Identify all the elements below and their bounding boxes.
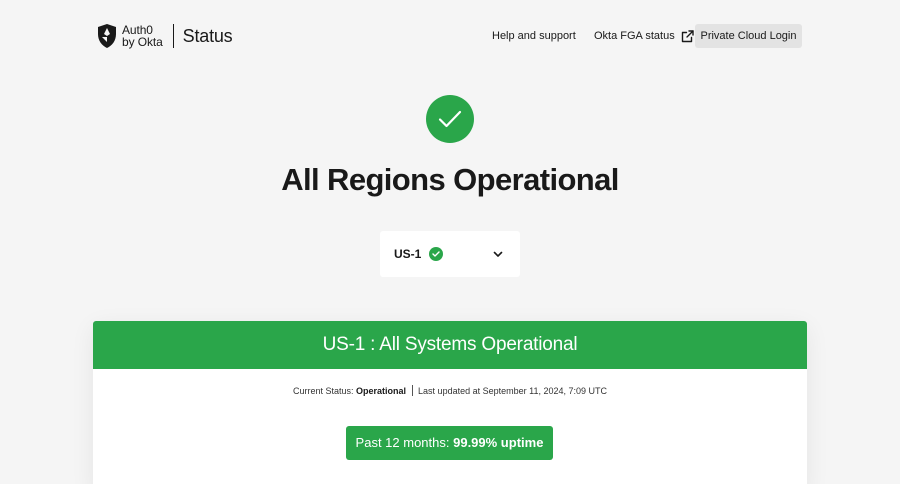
brand-logo[interactable]: Auth0 by Okta Status: [97, 23, 233, 49]
brand-status-label: Status: [182, 25, 233, 46]
region-dropdown[interactable]: US-1: [380, 231, 520, 277]
status-value: Operational: [356, 386, 407, 396]
help-and-support-link[interactable]: Help and support: [492, 24, 576, 48]
check-circle-icon: [426, 95, 474, 143]
brand-divider: [172, 24, 174, 48]
page-title: All Regions Operational: [281, 162, 619, 197]
last-updated-text: Last updated at September 11, 2024, 7:09…: [418, 386, 608, 396]
uptime-value: 99.99% uptime: [453, 435, 544, 450]
chevron-down-icon: [493, 251, 503, 257]
uptime-button[interactable]: Past 12 months: 99.99% uptime: [346, 426, 553, 460]
external-link-icon: [681, 29, 694, 42]
uptime-prefix: Past 12 months:: [355, 435, 454, 450]
auth0-shield-icon: [98, 24, 116, 48]
site-header: Auth0 by Okta Status Help and support Ok…: [0, 0, 900, 72]
status-separator: [411, 385, 413, 396]
region-status-panel: US-1 : All Systems Operational Current S…: [93, 321, 807, 484]
region-selected-label: US-1: [394, 247, 422, 261]
region-status-check-icon: [429, 247, 443, 261]
private-cloud-login-button[interactable]: Private Cloud Login: [695, 24, 802, 48]
current-status-line: Current Status: Operational Last updated…: [93, 384, 807, 398]
status-prefix: Current Status:: [292, 386, 356, 396]
okta-fga-status-label: Okta FGA status: [594, 30, 675, 42]
panel-header: US-1 : All Systems Operational: [93, 321, 807, 369]
brand-wordmark: Auth0 by Okta: [122, 24, 163, 48]
panel-title: US-1 : All Systems Operational: [322, 334, 578, 355]
okta-fga-status-link[interactable]: Okta FGA status: [594, 24, 694, 48]
brand-line2: by Okta: [122, 35, 163, 49]
